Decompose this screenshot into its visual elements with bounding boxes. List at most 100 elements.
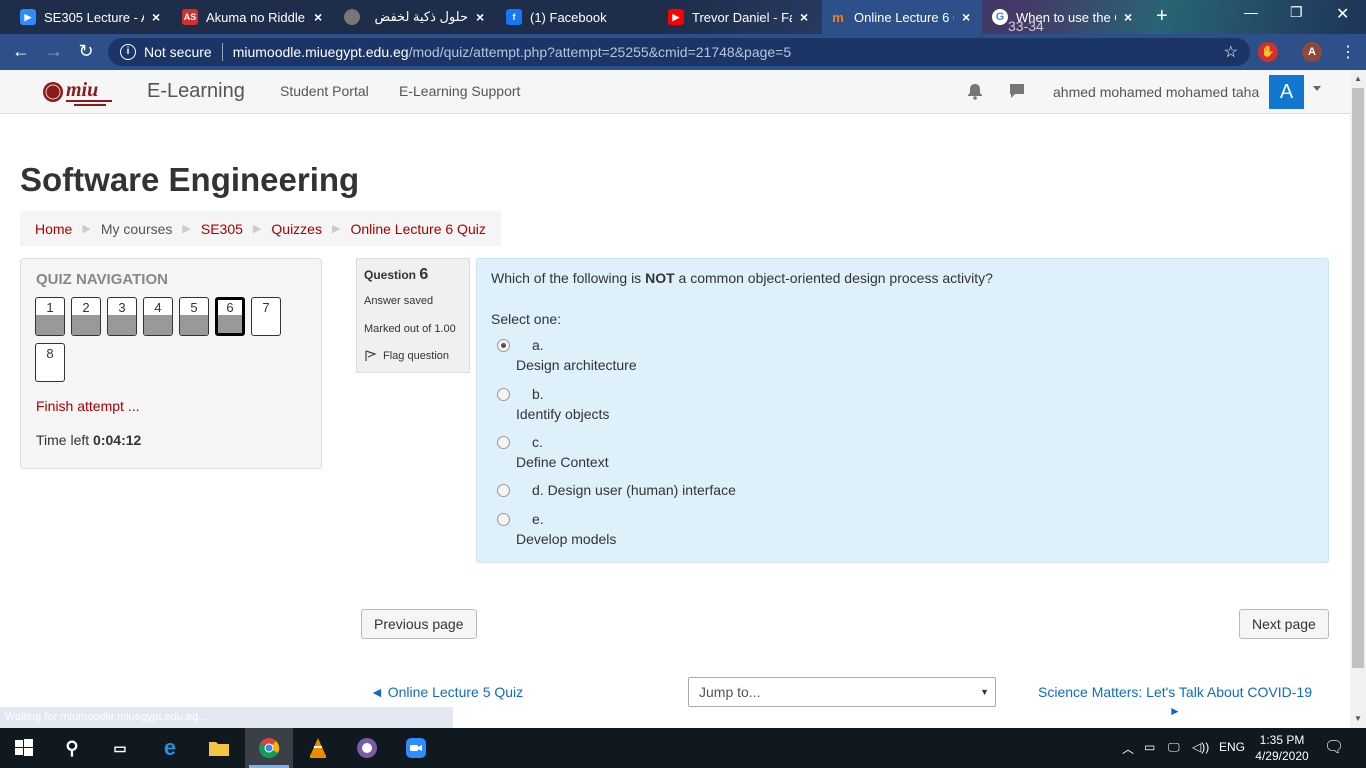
quiz-navigation-title: QUIZ NAVIGATION bbox=[36, 271, 168, 288]
breadcrumb: Home ▶ My courses ▶ SE305 ▶ Quizzes ▶ On… bbox=[20, 211, 501, 246]
quiz-nav-button[interactable]: 1 bbox=[35, 297, 65, 336]
quiz-nav-button-current[interactable]: 6 bbox=[215, 297, 245, 336]
site-navbar: miu E-Learning Student Portal E-Learning… bbox=[0, 70, 1350, 114]
volume-icon[interactable]: ◁)) bbox=[1192, 740, 1209, 754]
tab-title: SE305 Lecture - Ar bbox=[44, 9, 144, 25]
radio-button[interactable] bbox=[497, 436, 510, 449]
browser-tab[interactable]: ▶ Trevor Daniel - Fall × bbox=[660, 0, 820, 34]
question-content: Which of the following is NOT a common o… bbox=[476, 258, 1329, 563]
search-icon[interactable]: ⚲ bbox=[60, 736, 84, 760]
new-tab-button[interactable]: + bbox=[1156, 5, 1168, 28]
chrome-menu-icon[interactable]: ⋮ bbox=[1340, 42, 1356, 62]
browser-tab[interactable]: f (1) Facebook bbox=[498, 0, 658, 34]
close-icon[interactable]: × bbox=[476, 9, 484, 25]
jump-to-select[interactable]: Jump to... ▼ bbox=[688, 677, 996, 707]
previous-activity-link[interactable]: ◄ Online Lecture 5 Quiz bbox=[370, 684, 523, 700]
language-indicator[interactable]: ENG bbox=[1219, 740, 1245, 754]
question-number: Question 6 bbox=[364, 266, 429, 283]
breadcrumb-separator-icon: ▶ bbox=[82, 223, 91, 235]
scroll-down-icon[interactable]: ▼ bbox=[1354, 714, 1362, 723]
miu-logo[interactable]: miu bbox=[42, 74, 116, 110]
browser-tab[interactable]: AS Akuma no Riddle , × bbox=[174, 0, 334, 34]
close-icon[interactable]: × bbox=[962, 9, 970, 25]
network-icon[interactable]: 🖵 bbox=[1168, 740, 1180, 755]
scroll-up-icon[interactable]: ▲ bbox=[1354, 74, 1362, 83]
info-icon[interactable]: i bbox=[120, 44, 136, 60]
user-name[interactable]: ahmed mohamed mohamed taha bbox=[1053, 84, 1259, 100]
next-page-button[interactable]: Next page bbox=[1239, 609, 1329, 639]
breadcrumb-quizzes[interactable]: Quizzes bbox=[271, 221, 322, 237]
profile-avatar[interactable]: A bbox=[1302, 42, 1322, 62]
reload-icon[interactable]: ↻ bbox=[75, 41, 97, 62]
file-explorer-icon[interactable] bbox=[207, 736, 231, 760]
quiz-nav-button[interactable]: 3 bbox=[107, 297, 137, 336]
close-icon[interactable]: × bbox=[314, 9, 322, 25]
minimize-icon[interactable]: — bbox=[1244, 4, 1258, 20]
youtube-icon: ▶ bbox=[668, 9, 684, 25]
user-avatar[interactable]: A bbox=[1269, 75, 1304, 109]
radio-button[interactable] bbox=[497, 513, 510, 526]
flag-icon bbox=[365, 350, 377, 361]
edge-icon[interactable]: e bbox=[158, 735, 182, 760]
browser-tab[interactable]: G When to use the C × bbox=[984, 0, 1144, 34]
chrome-icon[interactable] bbox=[257, 736, 281, 760]
tab-title: Online Lecture 6 Q bbox=[854, 9, 954, 25]
maximize-icon[interactable]: ❐ bbox=[1290, 4, 1303, 21]
breadcrumb-course[interactable]: SE305 bbox=[201, 221, 243, 237]
tray-chevron-up-icon[interactable]: ︿ bbox=[1122, 740, 1134, 757]
app-icon[interactable] bbox=[355, 736, 379, 760]
close-icon[interactable]: × bbox=[152, 9, 160, 25]
tab-title: (1) Facebook bbox=[530, 9, 607, 25]
radio-button-checked[interactable] bbox=[497, 339, 510, 352]
nav-student-portal[interactable]: Student Portal bbox=[280, 83, 369, 99]
moodle-icon: m bbox=[832, 9, 844, 25]
quiz-nav-button[interactable]: 4 bbox=[143, 297, 173, 336]
battery-icon[interactable]: ▭ bbox=[1144, 740, 1155, 754]
address-bar[interactable]: i Not secure miumoodle.miuegypt.edu.eg/m… bbox=[108, 38, 1250, 66]
close-icon[interactable]: × bbox=[1124, 9, 1132, 25]
next-activity-link[interactable]: Science Matters: Let's Talk About COVID-… bbox=[1038, 684, 1312, 700]
chat-icon[interactable] bbox=[1008, 82, 1026, 100]
browser-toolbar: ← → ↻ i Not secure miumoodle.miuegypt.ed… bbox=[0, 34, 1366, 70]
bookmark-star-icon[interactable]: ☆ bbox=[1224, 42, 1238, 62]
system-clock[interactable]: 1:35 PM 4/29/2020 bbox=[1250, 732, 1314, 764]
security-label: Not secure bbox=[144, 44, 212, 60]
brand-name[interactable]: E-Learning bbox=[147, 80, 245, 103]
notification-icon[interactable]: 🗨 bbox=[1324, 737, 1344, 757]
window-close-icon[interactable]: ✕ bbox=[1336, 4, 1349, 24]
vlc-icon[interactable] bbox=[306, 736, 330, 760]
radio-button[interactable] bbox=[497, 388, 510, 401]
back-arrow-icon[interactable]: ← bbox=[10, 41, 32, 62]
flag-question-button[interactable]: Flag question bbox=[364, 350, 449, 362]
close-icon[interactable]: × bbox=[800, 9, 808, 25]
forward-arrow-icon[interactable]: → bbox=[43, 41, 65, 62]
chevron-down-icon[interactable] bbox=[1313, 86, 1321, 91]
browser-tab[interactable]: حلول ذكية لخفض × bbox=[336, 0, 496, 34]
chevron-down-icon: ▼ bbox=[980, 687, 989, 697]
previous-page-button[interactable]: Previous page bbox=[361, 609, 477, 639]
next-activity-arrow-icon[interactable]: ► bbox=[1169, 704, 1181, 718]
quiz-nav-button[interactable]: 5 bbox=[179, 297, 209, 336]
nav-elearning-support[interactable]: E-Learning Support bbox=[399, 83, 520, 99]
quiz-nav-button[interactable]: 7 bbox=[251, 297, 281, 336]
question-text: Which of the following is NOT a common o… bbox=[491, 270, 993, 286]
zoom-app-icon[interactable] bbox=[404, 736, 428, 760]
quiz-navigation-block: QUIZ NAVIGATION 1 2 3 4 5 6 7 8 Finish a… bbox=[20, 258, 322, 469]
breadcrumb-home[interactable]: Home bbox=[35, 221, 72, 237]
bell-icon[interactable] bbox=[966, 82, 984, 100]
task-view-icon[interactable]: ▭ bbox=[108, 736, 132, 760]
adblock-extension-icon[interactable]: ✋ bbox=[1258, 42, 1278, 62]
windows-start-icon[interactable] bbox=[12, 736, 36, 760]
breadcrumb-quiz[interactable]: Online Lecture 6 Quiz bbox=[350, 221, 485, 237]
browser-tab-active[interactable]: m Online Lecture 6 Q × bbox=[822, 0, 982, 34]
vertical-scrollbar[interactable]: ▲ ▼ bbox=[1350, 70, 1366, 728]
radio-button[interactable] bbox=[497, 484, 510, 497]
time-left: Time left 0:04:12 bbox=[36, 432, 142, 448]
browser-tab[interactable]: ▶ SE305 Lecture - Ar × bbox=[12, 0, 172, 34]
question-state: Answer saved bbox=[364, 295, 434, 307]
finish-attempt-link[interactable]: Finish attempt ... bbox=[36, 398, 139, 414]
breadcrumb-separator-icon: ▶ bbox=[182, 223, 191, 235]
quiz-nav-button[interactable]: 2 bbox=[71, 297, 101, 336]
quiz-nav-button[interactable]: 8 bbox=[35, 343, 65, 382]
scrollbar-thumb[interactable] bbox=[1352, 88, 1364, 668]
